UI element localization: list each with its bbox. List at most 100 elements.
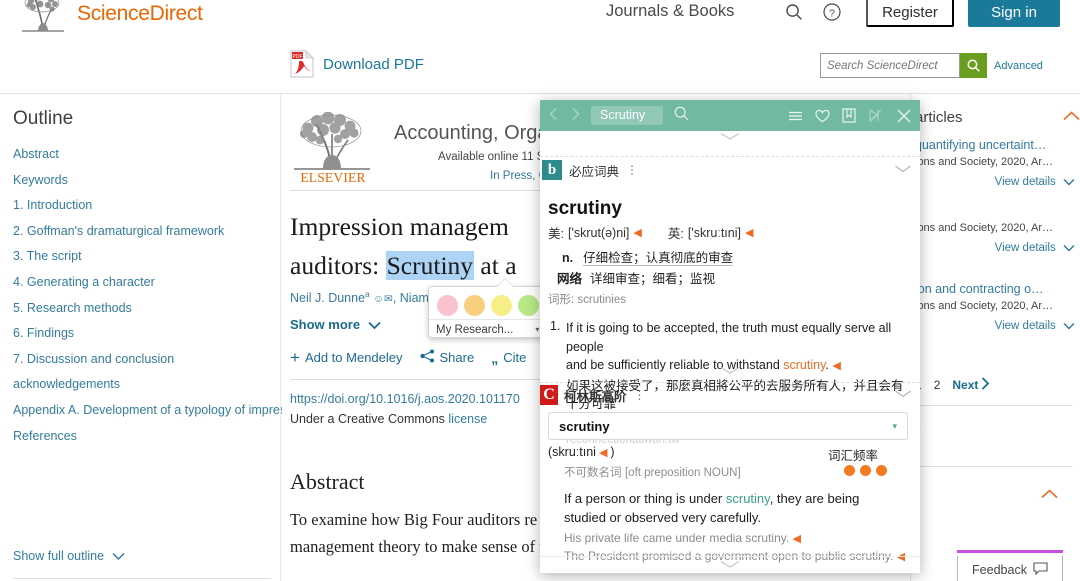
cite-label: Cite [503, 350, 527, 365]
chevron-down-icon: ▾ [892, 420, 897, 431]
collins-dictionary-name: 柯林斯高阶 [564, 389, 627, 404]
example-english-post: . [825, 358, 829, 372]
collection-selector[interactable]: My Research... ▾ [436, 324, 539, 336]
chevron-down-icon[interactable] [894, 162, 912, 176]
chevron-down-icon[interactable] [719, 366, 741, 378]
show-full-outline-button[interactable]: Show full outline [13, 549, 125, 563]
sidebar-item-introduction[interactable]: 1. Introduction [13, 193, 275, 219]
highlight-color-green[interactable] [518, 295, 539, 316]
sidebar-item-research-methods[interactable]: 5. Research methods [13, 296, 275, 322]
example-english-line1: If it is going to be accepted, the truth… [566, 321, 892, 354]
download-pdf-row[interactable]: PDF Download PDF [290, 50, 424, 78]
sidebar-item-abstract[interactable]: Abstract [13, 142, 275, 168]
view-details-button[interactable]: View details [915, 242, 1075, 254]
dictionary-nav [548, 107, 581, 124]
person-icon[interactable]: ☺ [373, 293, 384, 305]
search-icon[interactable] [673, 105, 690, 127]
chevron-down-icon[interactable] [719, 560, 741, 572]
collins-word-select[interactable]: scrutiny ▾ [548, 412, 908, 440]
next-page-button[interactable]: Next [952, 377, 990, 393]
word-frequency-rating [844, 465, 887, 476]
bookmark-icon[interactable] [842, 108, 856, 123]
kebab-menu-icon[interactable]: ⋮ [626, 163, 639, 177]
part-of-speech-label: n. [562, 251, 574, 265]
feedback-button[interactable]: Feedback [957, 556, 1063, 581]
close-icon[interactable] [896, 108, 912, 124]
register-button[interactable]: Register [866, 0, 954, 27]
article-title-line1: Impression managem [290, 212, 509, 241]
download-pdf-link[interactable]: Download PDF [323, 56, 424, 73]
speaker-icon[interactable]: ◀ [599, 446, 607, 459]
chevron-left-icon[interactable] [548, 107, 559, 124]
sidebar-item-goffman[interactable]: 2. Goffman's dramaturgical framework [13, 219, 275, 245]
search-icon[interactable] [784, 2, 804, 27]
recommended-title[interactable]: ion and contracting o… [915, 282, 1075, 296]
collection-label: My Research... [436, 323, 514, 336]
collins-dictionary-header: C 柯林斯高阶 ⋮ [540, 384, 920, 406]
license-link[interactable]: license [448, 412, 487, 426]
sidebar-item-keywords[interactable]: Keywords [13, 168, 275, 194]
available-online-text: Available online 11 S [438, 151, 545, 163]
add-to-mendeley-button[interactable]: + Add to Mendeley [290, 349, 403, 366]
highlight-color-orange[interactable] [464, 295, 485, 316]
sidebar-item-discussion[interactable]: 7. Discussion and conclusion [13, 347, 275, 373]
cite-button[interactable]: „ Cite [491, 350, 526, 366]
chevron-up-icon[interactable] [1063, 108, 1080, 126]
heart-icon[interactable] [815, 109, 830, 123]
recommended-articles-sidebar: articles quantifying uncertaint… ions an… [911, 94, 1080, 581]
search-submit-button[interactable] [960, 53, 987, 78]
speaker-icon[interactable]: ◀ [633, 226, 641, 239]
hamburger-icon[interactable] [788, 110, 803, 122]
outline-sidebar: Outline Abstract Keywords 1. Introductio… [0, 94, 305, 581]
share-button[interactable]: Share [419, 349, 474, 366]
sidebar-item-references[interactable]: References [13, 424, 275, 450]
license-line: Under a Creative Commons license [290, 412, 487, 426]
speaker-icon[interactable]: ◀ [793, 533, 801, 545]
sidebar-item-generating-character[interactable]: 4. Generating a character [13, 270, 275, 296]
signin-button[interactable]: Sign in [968, 0, 1060, 27]
dictionary-section-divider-2 [540, 382, 920, 383]
example-headword: scrutiny [783, 358, 826, 372]
highlight-color-pink[interactable] [437, 295, 458, 316]
sidebar-item-findings[interactable]: 6. Findings [13, 321, 275, 347]
pronunciation-us-label: 美: [548, 227, 564, 241]
kebab-menu-icon[interactable]: ⋮ [634, 388, 647, 402]
dictionary-query-chip[interactable]: Scrutiny [591, 106, 663, 125]
speaker-icon[interactable]: ◀ [832, 360, 840, 372]
chevron-down-icon[interactable] [894, 387, 912, 401]
feedback-accent-bar [957, 550, 1063, 553]
sidebar-item-acknowledgements[interactable]: acknowledgements [13, 372, 275, 398]
recommended-source: ions and Society, 2020, Ar… [915, 156, 1053, 168]
list-item: quantifying uncertaint… ions and Society… [915, 138, 1075, 188]
view-details-button[interactable]: View details [915, 320, 1075, 332]
speaker-icon[interactable]: ◀ [897, 551, 905, 563]
speaker-icon[interactable]: ◀ [745, 226, 753, 239]
search-input[interactable] [820, 53, 960, 78]
selected-text-highlight[interactable]: Scrutiny [385, 251, 475, 280]
advanced-search-link[interactable]: Advanced [994, 60, 1043, 72]
nav-journals-books[interactable]: Journals & Books [606, 2, 734, 21]
highlight-color-yellow[interactable] [491, 295, 512, 316]
elsevier-wordmark: ELSEVIER [300, 170, 366, 185]
svg-text:PDF: PDF [293, 54, 303, 60]
sciencedirect-logo[interactable]: ScienceDirect [18, 0, 203, 38]
recommended-title[interactable]: quantifying uncertaint… [915, 138, 1075, 152]
sidebar-item-appendix-a[interactable]: Appendix A. Development of a typology of… [13, 398, 305, 424]
frequency-dot [844, 465, 855, 476]
doi-link[interactable]: https://doi.org/10.1016/j.aos.2020.10117… [290, 392, 520, 406]
network-label: 网络 [557, 272, 583, 286]
sidebar-item-the-script[interactable]: 3. The script [13, 244, 275, 270]
outline-title: Outline [13, 108, 74, 129]
author-name[interactable]: Neil J. Dunne [290, 291, 365, 305]
chevron-up-icon[interactable] [1041, 486, 1058, 504]
view-details-button[interactable]: View details [915, 176, 1075, 188]
show-more-authors-button[interactable]: Show more [290, 317, 381, 332]
chevron-right-icon[interactable] [570, 107, 581, 124]
page-2[interactable]: 2 [934, 378, 941, 392]
question-circle-icon[interactable]: ? [822, 2, 842, 27]
pin-icon[interactable] [868, 108, 884, 123]
recommended-divider-2 [915, 466, 1073, 467]
envelope-icon[interactable]: ✉ [384, 293, 393, 305]
author-affiliation-marker: a [365, 289, 370, 299]
chevron-down-icon[interactable] [719, 132, 741, 144]
